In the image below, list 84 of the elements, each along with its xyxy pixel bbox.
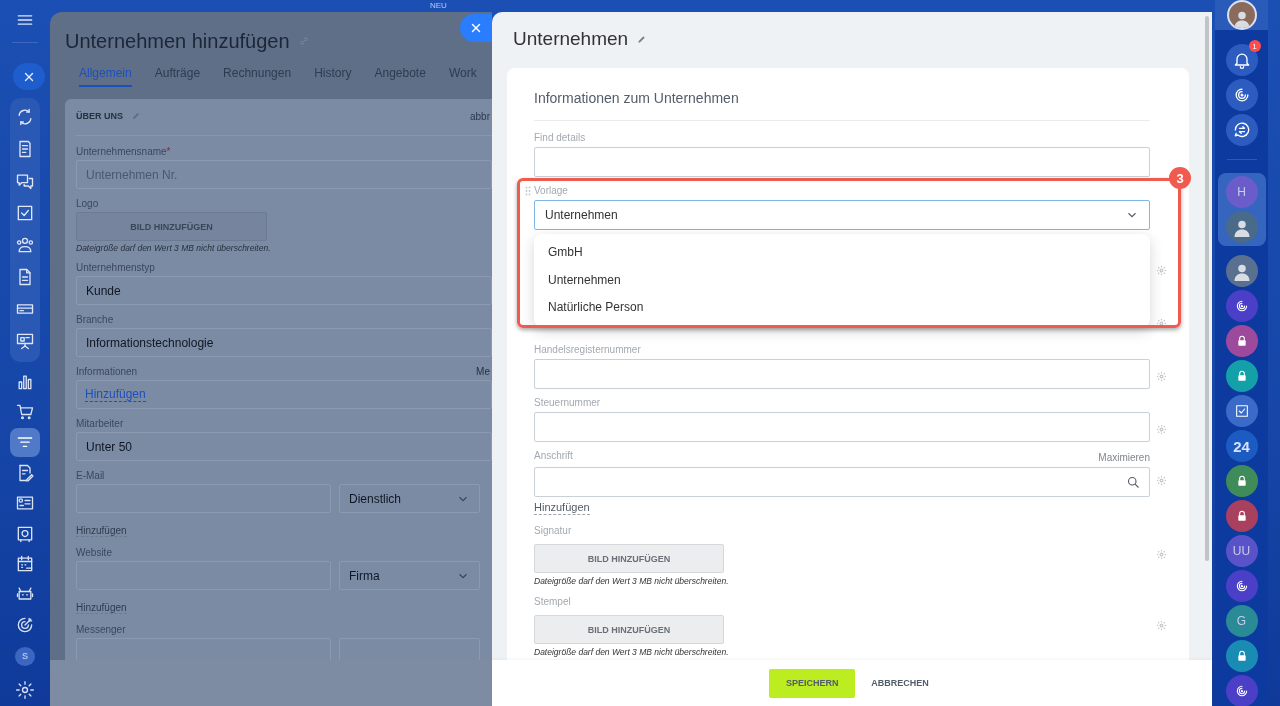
type-select[interactable]: Firma bbox=[339, 561, 480, 590]
avatar[interactable] bbox=[1226, 0, 1257, 30]
close-button[interactable] bbox=[460, 14, 492, 42]
notification-badge: 1 bbox=[1248, 40, 1261, 52]
lock-icon[interactable] bbox=[1225, 640, 1258, 672]
field-label: Website bbox=[76, 546, 112, 558]
input-field[interactable] bbox=[534, 412, 1150, 442]
field-label: Vorlage bbox=[534, 184, 568, 198]
field-label: Logo bbox=[76, 197, 99, 209]
field-label: Handelsregisternummer bbox=[534, 343, 641, 357]
field-label: Anschrift bbox=[534, 449, 573, 463]
add-link[interactable]: Hinzufügen bbox=[534, 501, 590, 515]
dropdown-option[interactable]: Unternehmen bbox=[534, 266, 1150, 294]
avatar-initials[interactable]: UU bbox=[1225, 535, 1258, 567]
pencil-icon[interactable] bbox=[636, 33, 648, 45]
section-link[interactable]: abbr bbox=[470, 110, 490, 122]
file-size-note: Dateigröße darf den Wert 3 MB nicht überschreiten. bbox=[534, 576, 729, 586]
field-label: Unternehmenstyp bbox=[76, 261, 155, 273]
section-title: ÜBER UNS bbox=[76, 111, 123, 121]
spiral-icon[interactable] bbox=[1225, 570, 1258, 602]
avatar[interactable] bbox=[1225, 211, 1258, 243]
filter-icon[interactable] bbox=[10, 428, 40, 457]
drag-handle-icon[interactable] bbox=[525, 186, 531, 196]
task-icon[interactable] bbox=[1225, 395, 1258, 427]
add-image-button[interactable]: BILD HINZUFÜGEN bbox=[534, 544, 724, 573]
field-label: Unternehmensname* bbox=[76, 145, 171, 157]
app-logo[interactable]: 24 bbox=[1225, 430, 1258, 462]
input-field[interactable] bbox=[534, 147, 1150, 177]
user-initial[interactable]: S bbox=[15, 646, 35, 666]
spiral-icon[interactable] bbox=[1225, 290, 1258, 322]
add-link[interactable]: Hinzufügen bbox=[85, 387, 146, 402]
field-action[interactable]: Me bbox=[476, 365, 490, 377]
lock-icon[interactable] bbox=[1225, 360, 1258, 392]
input-field[interactable] bbox=[534, 359, 1150, 389]
type-select[interactable]: Dienstlich bbox=[339, 484, 480, 513]
page-title: Unternehmen hinzufügen bbox=[65, 29, 290, 54]
field-label: Find details bbox=[534, 131, 586, 145]
field-label: Branche bbox=[76, 313, 114, 325]
tab[interactable]: Aufträge bbox=[154, 66, 201, 87]
tab[interactable]: History bbox=[314, 66, 352, 87]
avatar[interactable] bbox=[1225, 255, 1258, 287]
file-size-note: Dateigröße darf den Wert 3 MB nicht überschreiten. bbox=[76, 243, 272, 253]
lock-icon[interactable] bbox=[1225, 500, 1258, 532]
add-link[interactable]: Hinzufügen bbox=[76, 525, 127, 537]
field-label: Steuernummer bbox=[534, 396, 601, 410]
lock-icon[interactable] bbox=[1225, 325, 1258, 357]
search-icon[interactable] bbox=[1126, 474, 1141, 490]
scrollbar[interactable] bbox=[1205, 16, 1209, 561]
spiral-icon[interactable] bbox=[1225, 675, 1258, 706]
bell-icon[interactable] bbox=[1225, 44, 1258, 76]
field-label: E-Mail bbox=[76, 469, 105, 481]
maximize-link[interactable]: Maximieren bbox=[1098, 451, 1150, 463]
spiral-icon[interactable] bbox=[1225, 79, 1258, 111]
input-field[interactable]: Informationstechnologie bbox=[76, 328, 492, 357]
address-field[interactable] bbox=[534, 467, 1150, 497]
avatar-initials[interactable]: H bbox=[1225, 176, 1258, 208]
tab[interactable]: Work bbox=[448, 66, 477, 87]
close-icon[interactable] bbox=[469, 21, 483, 35]
save-button[interactable]: SPEICHERN bbox=[769, 668, 856, 698]
field-label: Signatur bbox=[534, 524, 572, 538]
field-label: Messenger bbox=[76, 623, 126, 635]
new-label: NEU bbox=[430, 1, 447, 10]
cancel-button[interactable]: ABBRECHEN bbox=[865, 668, 935, 698]
input-field[interactable]: Kunde bbox=[76, 276, 492, 305]
step-number: 3 bbox=[1169, 167, 1191, 189]
input-field[interactable]: Unter 50 bbox=[76, 432, 492, 461]
add-image-button[interactable]: BILD HINZUFÜGEN bbox=[534, 615, 724, 644]
add-image-button[interactable]: BILD HINZUFÜGEN bbox=[76, 212, 267, 241]
template-select[interactable]: Unternehmen bbox=[534, 200, 1150, 230]
section-title: Informationen zum Unternehmen bbox=[534, 90, 1150, 121]
file-size-note: Dateigröße darf den Wert 3 MB nicht überschreiten. bbox=[534, 647, 729, 657]
tab[interactable]: Angebote bbox=[374, 66, 426, 87]
panel-title: Unternehmen bbox=[513, 28, 629, 50]
chat-icon[interactable] bbox=[1225, 114, 1258, 146]
field-label: Stempel bbox=[534, 595, 571, 609]
avatar-initials[interactable]: G bbox=[1225, 605, 1258, 637]
field-label: Informationen bbox=[76, 365, 138, 377]
tab[interactable]: Rechnungen bbox=[223, 66, 292, 87]
dropdown-option[interactable]: GmbH bbox=[534, 239, 1150, 267]
add-link[interactable]: Hinzufügen bbox=[76, 602, 127, 614]
close-button[interactable] bbox=[13, 63, 45, 90]
lock-icon[interactable] bbox=[1225, 465, 1258, 497]
dropdown-option[interactable]: Natürliche Person bbox=[534, 294, 1150, 322]
field-label: Mitarbeiter bbox=[76, 417, 124, 429]
